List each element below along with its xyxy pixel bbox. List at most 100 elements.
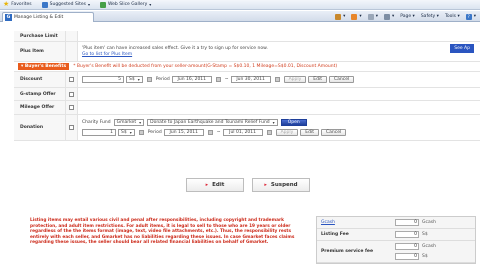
discount-unit-select[interactable]: S$ ▾ [126, 76, 143, 83]
discount-checkbox[interactable] [69, 77, 74, 82]
chevron-down-icon: ▾ [137, 77, 140, 82]
fee-gcash-link[interactable]: Gcash [317, 220, 379, 225]
gstamp-row: G-stamp Offer [14, 88, 480, 101]
suggested-sites-label: Suggested Sites [49, 2, 86, 7]
page-menu[interactable]: Page ▾ [400, 14, 415, 19]
donation-row: Donation Charity Fund Gmarket ▾ Donate to… [14, 115, 480, 141]
discount-row: Discount 5 S$ ▾ Period Jun 16, 2011 ~ Jun… [14, 72, 480, 88]
donation-edit-button[interactable]: Edit [300, 129, 320, 136]
site-favicon-icon: G [5, 14, 12, 21]
fee-row: Premium service fee 0 Gcash 0 S$ [317, 241, 475, 263]
safety-menu[interactable]: Safety ▾ [421, 14, 439, 19]
donation-unit-select[interactable]: S$ ▾ [118, 129, 135, 136]
favorites-bar: ★ Favorites Suggested Sites ▾ Web Slice … [0, 0, 480, 10]
calendar-icon [138, 130, 144, 135]
calendar-icon[interactable] [215, 77, 221, 82]
gstamp-label: G-stamp Offer [14, 88, 66, 100]
discount-amount-input[interactable]: 5 [82, 76, 124, 83]
chevron-down-icon: ▾ [272, 120, 275, 125]
discount-label: Discount [14, 72, 66, 87]
fee-premium-sgd-unit: S$ [422, 254, 428, 259]
fee-row: Listing Fee 0 S$ [317, 229, 475, 241]
safety-menu-label: Safety [420, 14, 436, 19]
tools-menu-label: Tools [444, 14, 457, 19]
plus-item-label: Plus Item [14, 42, 66, 61]
donation-checkbox[interactable] [69, 125, 74, 130]
charity-name-select[interactable]: Donate to Japan Earthquake and Tsunami R… [147, 119, 278, 126]
feeds-button[interactable]: ▾ [351, 13, 362, 20]
favorite-web-slice-gallery[interactable]: Web Slice Gallery ▾ [97, 1, 152, 8]
donation-apply-button[interactable]: Apply [275, 129, 299, 136]
mail-icon [367, 13, 374, 20]
gstamp-checkbox[interactable] [69, 91, 74, 97]
charity-fund-label: Charity Fund [82, 120, 111, 125]
fee-premium-value: 0 [395, 243, 419, 250]
fee-gcash-value: 0 [395, 219, 419, 226]
fee-listing-value: 0 [395, 231, 419, 238]
mileage-row: Mileage Offer [14, 101, 480, 115]
plus-item-row: Plus Item 'Plus item' can have increased… [14, 42, 480, 62]
favorites-label: Favorites [11, 2, 32, 7]
command-bar: G Manage Listing & Edit ▾ ▾ ▾ ▾ Page ▾ S… [0, 11, 480, 22]
tools-menu[interactable]: Tools ▾ [445, 14, 460, 19]
print-icon [383, 13, 390, 20]
suspend-button[interactable]: ▸ Suspend [252, 178, 310, 192]
page-menu-label: Page [400, 14, 412, 19]
fee-listing-unit: S$ [422, 232, 428, 237]
discount-end-date[interactable]: Jun 30, 2011 [230, 76, 271, 83]
mail-button[interactable]: ▾ [367, 13, 378, 20]
charity-fund-select[interactable]: Gmarket ▾ [113, 119, 145, 126]
web-slice-gallery-icon [99, 1, 106, 8]
fee-premium-label: Premium service fee [321, 248, 374, 254]
calendar-icon[interactable] [207, 130, 213, 135]
discount-cancel-button[interactable]: Cancel [329, 76, 355, 83]
tab-title: Manage Listing & Edit [14, 15, 64, 20]
buyers-benefits-badge: ▾ Buyer's Benefits [18, 63, 70, 70]
arrow-right-icon: ▸ [264, 182, 267, 188]
legal-warning-text: Listing items may entail various civil a… [30, 218, 295, 246]
fees-table: Gcash 0 Gcash Listing Fee 0 S$ Premium s… [316, 216, 476, 264]
open-button[interactable]: Open [280, 119, 307, 126]
print-button[interactable]: ▾ [383, 13, 394, 20]
mileage-label: Mileage Offer [14, 101, 66, 114]
plus-item-text: 'Plus item' can have increased sales eff… [82, 46, 268, 51]
calendar-icon [146, 77, 152, 82]
discount-edit-button[interactable]: Edit [308, 76, 328, 83]
see-apply-button[interactable]: See Ap [450, 44, 474, 53]
calendar-icon[interactable] [266, 130, 272, 135]
chevron-down-icon: ▾ [139, 120, 142, 125]
fee-gcash-unit: Gcash [422, 220, 436, 225]
home-button[interactable]: ▾ [335, 13, 345, 20]
calendar-icon[interactable] [274, 77, 280, 82]
arrow-right-icon: ▸ [205, 182, 209, 188]
help-button[interactable]: ? ▾ [465, 13, 476, 20]
discount-period-label: Period [155, 77, 170, 82]
discount-start-date[interactable]: Jun 16, 2011 [171, 76, 212, 83]
web-slice-gallery-label: Web Slice Gallery [107, 2, 148, 7]
favorites-star-icon: ★ [3, 0, 10, 8]
donation-amount-input[interactable]: 1 [82, 129, 116, 136]
purchase-limit-checkbox-cell [66, 31, 78, 41]
suggested-sites-icon [41, 1, 48, 8]
fee-premium-sgd-value: 0 [395, 253, 419, 260]
favorite-suggested-sites[interactable]: Suggested Sites ▾ [39, 1, 90, 8]
donation-cancel-button[interactable]: Cancel [321, 129, 347, 136]
plus-item-link[interactable]: Go to list for Plus Item [82, 52, 132, 57]
help-icon: ? [465, 13, 472, 20]
chevron-down-icon: ▾ [149, 2, 152, 7]
donation-end-date[interactable]: Jul 01, 2011 [222, 129, 263, 136]
fee-row: Gcash 0 Gcash [317, 217, 475, 229]
home-icon [335, 13, 342, 20]
buyers-benefits-note: * Buyer's Benefit will be deducted from … [73, 64, 338, 69]
fee-premium-unit: Gcash [422, 244, 436, 249]
fee-listing-label: Listing Fee [321, 232, 349, 237]
form-actions: ▸ Edit ▸ Suspend [186, 178, 310, 192]
donation-start-date[interactable]: Jun 15, 2011 [163, 129, 204, 136]
edit-button[interactable]: ▸ Edit [186, 178, 244, 192]
browser-tab[interactable]: G Manage Listing & Edit [2, 12, 94, 22]
chevron-down-icon: ▾ [87, 2, 90, 7]
donation-label: Donation [14, 115, 66, 140]
discount-apply-button[interactable]: Apply [283, 76, 307, 83]
mileage-checkbox[interactable] [69, 105, 74, 110]
favorites-button[interactable]: ★ Favorites [0, 1, 32, 8]
